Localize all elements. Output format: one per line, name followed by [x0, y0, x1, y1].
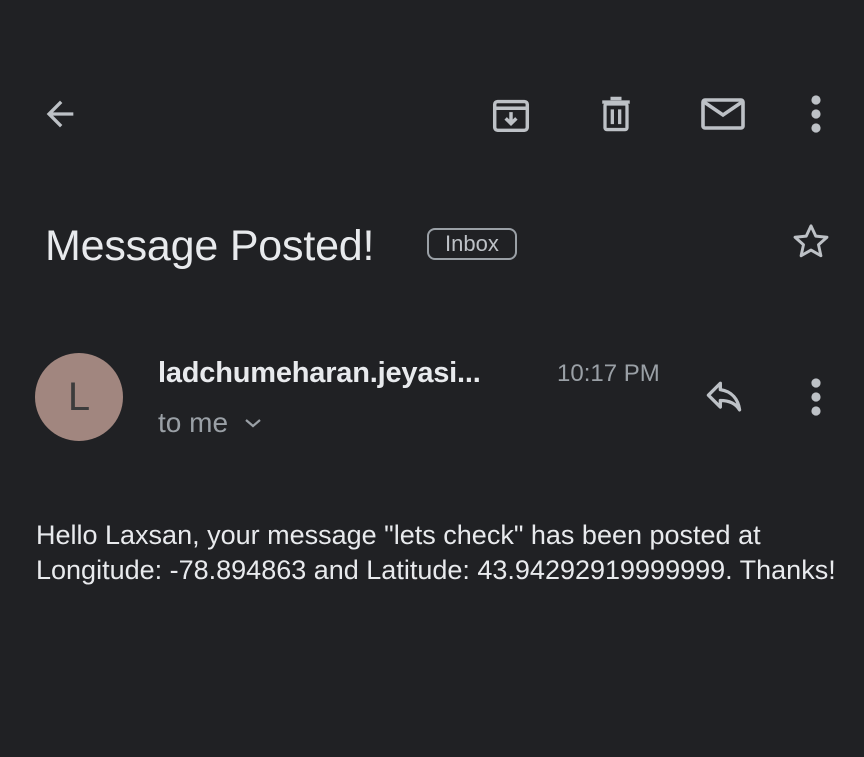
sender-avatar[interactable]: L	[35, 353, 123, 441]
recipient-details-toggle[interactable]: to me	[158, 403, 262, 443]
star-button[interactable]	[787, 218, 835, 266]
reply-button[interactable]	[700, 373, 748, 421]
chevron-down-icon	[244, 417, 262, 429]
message-time: 10:17 PM	[557, 360, 660, 387]
back-button[interactable]	[36, 90, 84, 138]
more-options-button[interactable]	[796, 90, 836, 138]
message-more-button[interactable]	[796, 373, 836, 421]
mail-icon	[699, 94, 747, 134]
sender-header: L ladchumeharan.jeyasi... 10:17 PM to me	[0, 345, 864, 455]
email-subject: Message Posted!	[45, 222, 375, 270]
subject-row: Message Posted! Inbox	[45, 214, 845, 278]
arrow-left-icon	[40, 94, 80, 134]
recipient-label: to me	[158, 407, 229, 438]
trash-icon	[594, 92, 638, 136]
more-vert-icon	[810, 94, 822, 134]
message-body: Hello Laxsan, your message "lets check" …	[36, 520, 836, 585]
star-outline-icon	[789, 220, 833, 264]
delete-button[interactable]	[592, 90, 640, 138]
reply-icon	[702, 375, 746, 419]
top-toolbar	[0, 0, 864, 190]
inbox-label-chip[interactable]: Inbox	[427, 228, 517, 260]
mark-unread-button[interactable]	[697, 90, 749, 138]
archive-icon	[488, 91, 534, 137]
sender-name: ladchumeharan.jeyasi...	[158, 357, 481, 389]
archive-button[interactable]	[487, 90, 535, 138]
email-view-screen: Message Posted! Inbox L ladchumeharan.je…	[0, 0, 864, 757]
more-vert-icon	[810, 377, 822, 417]
